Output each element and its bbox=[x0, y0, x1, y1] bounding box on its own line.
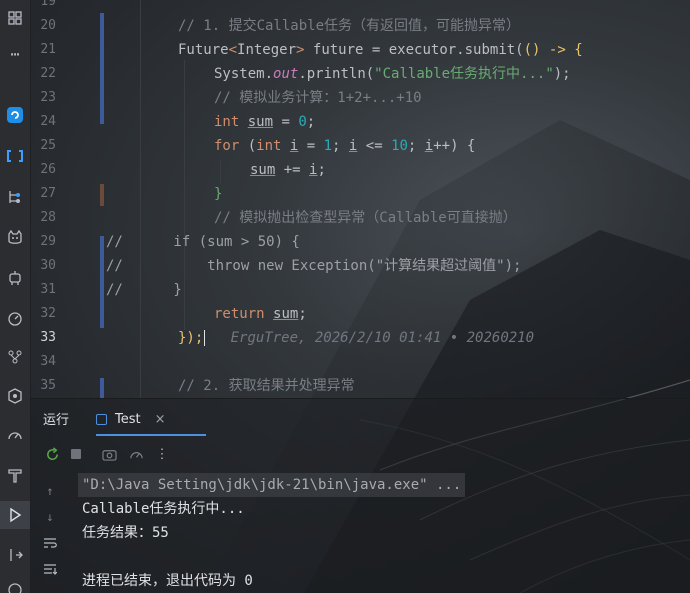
run-panel-title: 运行 bbox=[43, 413, 70, 428]
code-line-23: // 模拟业务计算：1+2+...+10 bbox=[214, 90, 422, 106]
run-side-toolbar: ↑ ↓ bbox=[30, 473, 70, 593]
code-line-35: // 2. 获取结果并处理异常 bbox=[178, 378, 355, 394]
build-icon[interactable] bbox=[0, 461, 30, 489]
more-vertical-icon[interactable]: ⋮ bbox=[154, 446, 170, 462]
scroll-to-end-icon[interactable] bbox=[42, 561, 58, 577]
console-line: 进程已结束，退出代码为 0 bbox=[82, 573, 253, 589]
settings-icon[interactable] bbox=[128, 446, 144, 462]
console-line: Callable任务执行中... bbox=[82, 501, 245, 517]
dashboard-icon[interactable] bbox=[0, 421, 30, 449]
arrow-down-icon[interactable]: ↓ bbox=[42, 509, 58, 525]
code-line-25: for (int i = 1; i <= 10; i++) { bbox=[214, 138, 476, 154]
code-line-32: return sum; bbox=[214, 306, 307, 322]
indent-guide bbox=[140, 0, 141, 398]
code-line-22: System.out.println("Callable任务执行中..."); bbox=[214, 66, 571, 82]
debug-step-icon[interactable] bbox=[0, 541, 30, 569]
code-editor[interactable]: // 1. 提交Callable任务（有返回值，可能抛异常） Future<In… bbox=[0, 0, 690, 398]
run-tab-label: Test bbox=[115, 411, 141, 427]
indent-guide bbox=[220, 160, 221, 184]
console-line-command[interactable]: "D:\Java Setting\jdk\jdk-21\bin\java.exe… bbox=[78, 473, 466, 497]
run-icon[interactable] bbox=[0, 501, 30, 529]
stop-icon[interactable] bbox=[68, 446, 84, 462]
code-line-33: }); ErguTree, 2026/2/10 01:41 • 20260210 bbox=[178, 330, 535, 346]
console-output[interactable]: "D:\Java Setting\jdk\jdk-21\bin\java.exe… bbox=[74, 473, 690, 593]
notifications-icon[interactable] bbox=[0, 576, 30, 593]
ide-window: ⋯ 19 20 21 22 23 24 25 26 27 28 29 30 31… bbox=[0, 0, 690, 593]
run-panel-header: 运行 Test × bbox=[30, 399, 690, 437]
code-line-27: } bbox=[214, 186, 223, 202]
run-toolbar: ⋮ bbox=[30, 439, 690, 469]
close-icon[interactable]: × bbox=[155, 412, 166, 427]
console-line: 任务结果：55 bbox=[82, 525, 169, 541]
rerun-icon[interactable] bbox=[44, 446, 60, 462]
arrow-up-icon[interactable]: ↑ bbox=[42, 483, 58, 499]
active-tab-indicator bbox=[96, 434, 206, 436]
inline-blame-annotation[interactable]: ErguTree, 2026/2/10 01:41 • 20260210 bbox=[231, 330, 534, 346]
run-tool-window: 运行 Test × ⋮ ↑ ↓ "D:\Java Setting\jdk\jdk… bbox=[30, 398, 690, 593]
code-line-31: // } bbox=[106, 282, 182, 298]
code-line-20: // 1. 提交Callable任务（有返回值，可能抛异常） bbox=[178, 18, 521, 34]
code-line-24: int sum = 0; bbox=[214, 114, 316, 130]
code-line-26: sum += i; bbox=[250, 162, 326, 178]
soft-wrap-icon[interactable] bbox=[42, 535, 58, 551]
run-tab-test[interactable]: Test × bbox=[96, 408, 166, 430]
screenshot-icon[interactable] bbox=[101, 446, 117, 462]
code-line-21: Future<Integer> future = executor.submit… bbox=[178, 42, 583, 58]
code-line-30: // throw new Exception("计算结果超过阈值"); bbox=[106, 258, 522, 274]
code-line-29: // if (sum > 50) { bbox=[106, 234, 300, 250]
indent-guide bbox=[184, 60, 185, 330]
run-config-icon bbox=[96, 413, 107, 425]
code-line-28: // 模拟抛出检查型异常（Callable可直接抛） bbox=[214, 210, 517, 226]
